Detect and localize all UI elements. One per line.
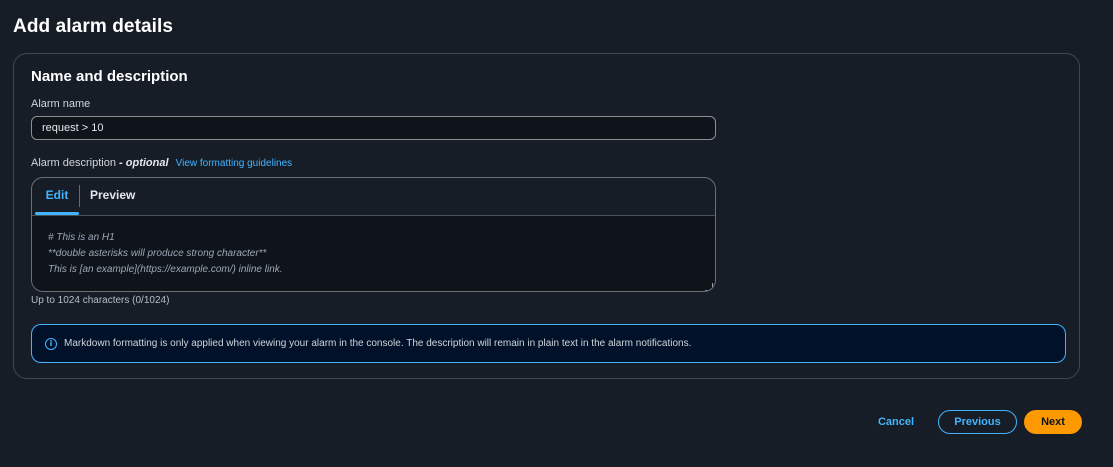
placeholder-line: # This is an H1 (48, 232, 115, 243)
previous-button[interactable]: Previous (938, 410, 1017, 434)
resize-handle[interactable] (705, 283, 713, 291)
alarm-name-input[interactable] (31, 116, 716, 140)
formatting-guidelines-link[interactable]: View formatting guidelines (176, 158, 293, 169)
optional-marker: - optional (119, 157, 169, 169)
alarm-description-textarea[interactable]: # This is an H1 **double asterisks will … (32, 216, 715, 291)
placeholder-line: **double asterisks will produce strong c… (48, 248, 267, 259)
page-title: Add alarm details (13, 16, 174, 37)
markdown-editor: Edit Preview # This is an H1 **double as… (31, 177, 716, 292)
info-alert-text: Markdown formatting is only applied when… (64, 338, 692, 349)
tab-edit[interactable]: Edit (35, 178, 79, 215)
alarm-name-label: Alarm name (31, 98, 91, 110)
tab-divider (79, 185, 80, 207)
name-description-container: Name and description Alarm name Alarm de… (13, 53, 1080, 379)
character-count: Up to 1024 characters (0/1024) (31, 295, 170, 306)
tab-preview[interactable]: Preview (90, 178, 135, 215)
next-button[interactable]: Next (1024, 410, 1082, 434)
placeholder-line: This is [an example](https://example.com… (48, 264, 283, 275)
info-icon: i (45, 338, 57, 350)
info-alert: i Markdown formatting is only applied wh… (31, 324, 1066, 363)
cancel-button[interactable]: Cancel (868, 410, 924, 434)
section-title: Name and description (31, 68, 188, 85)
alarm-description-label: Alarm description (31, 157, 116, 169)
editor-tabs: Edit Preview (32, 178, 715, 216)
alarm-description-label-row: Alarm description - optional View format… (31, 157, 292, 169)
